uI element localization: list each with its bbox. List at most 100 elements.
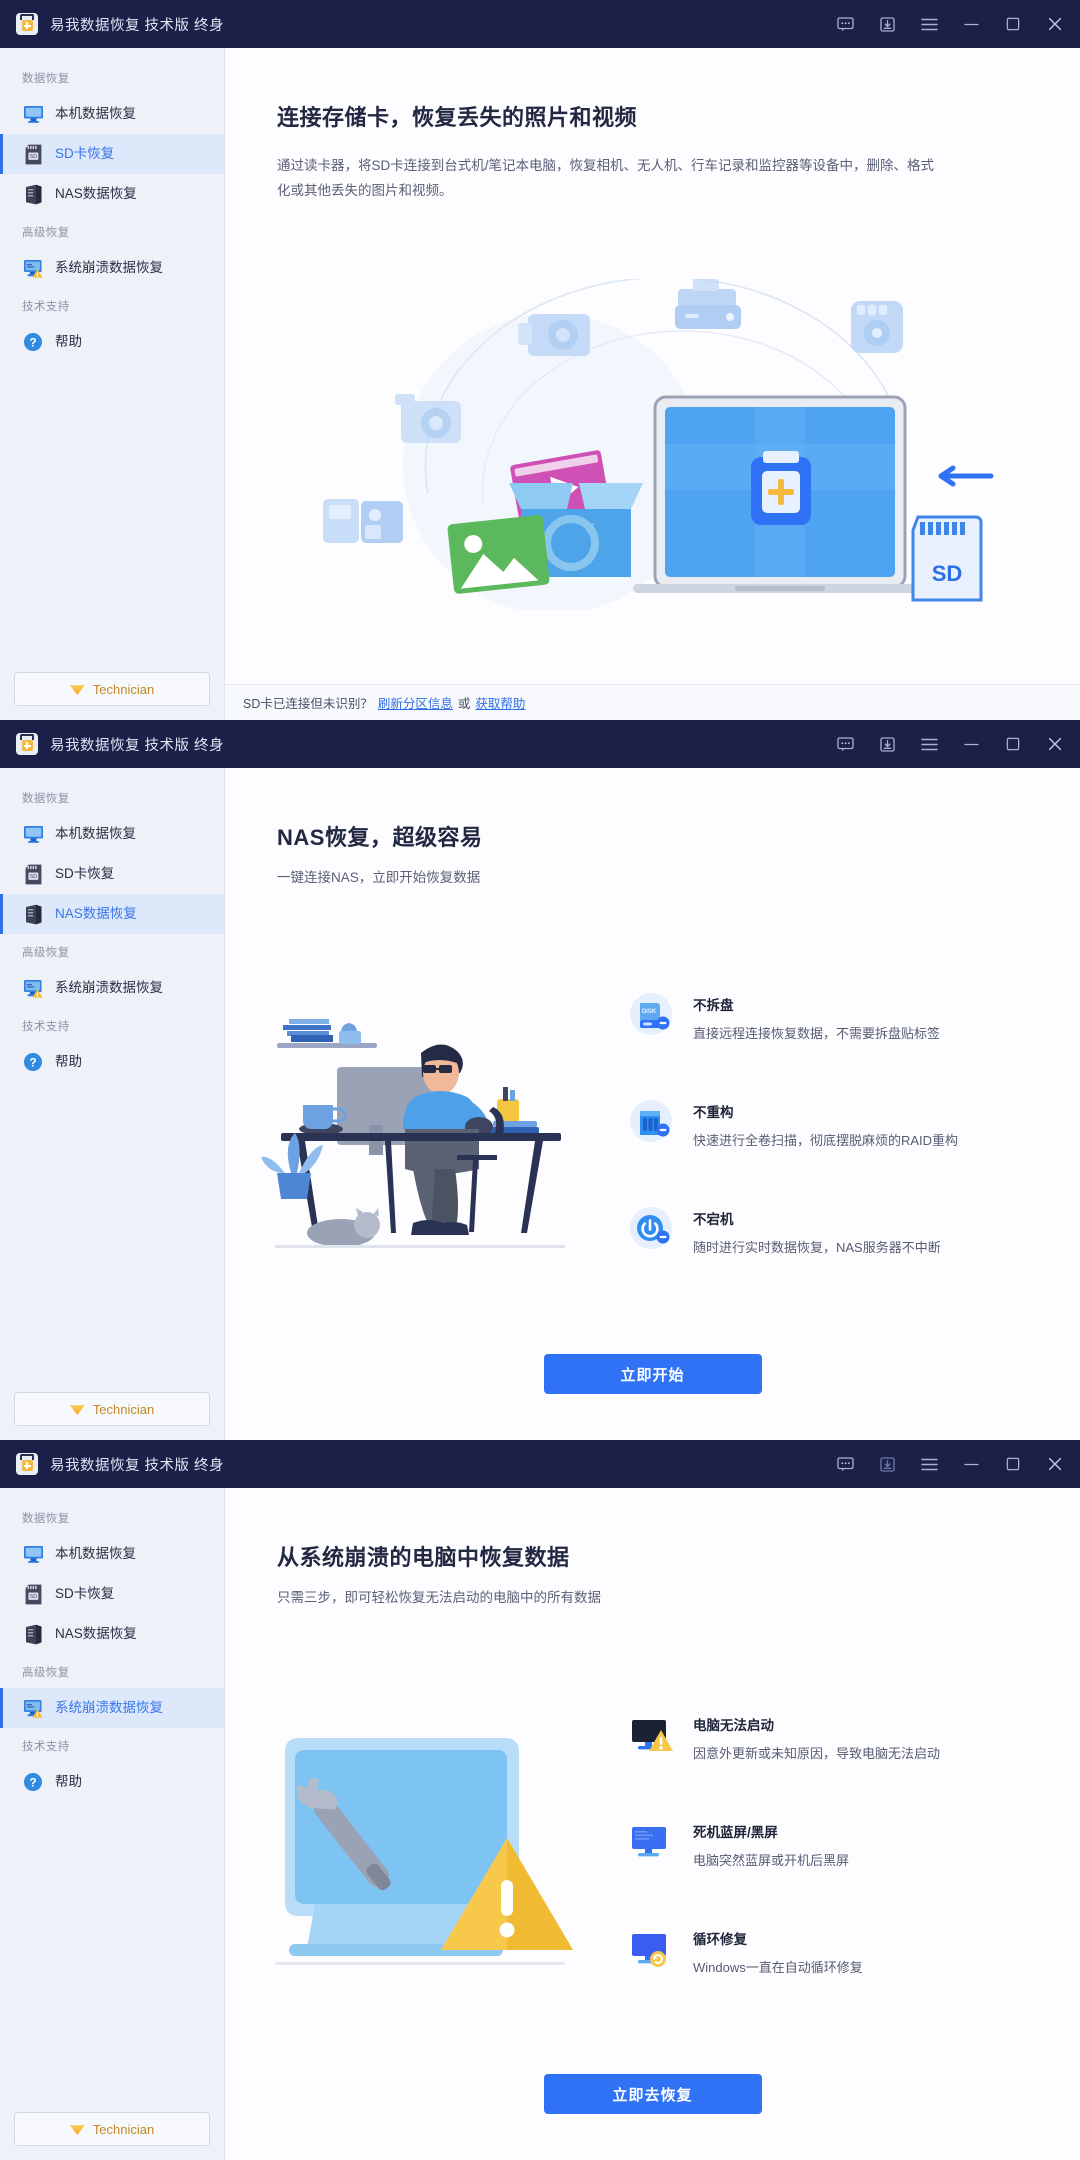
minimize-icon[interactable] — [950, 4, 992, 44]
person-at-desk-illustration — [235, 987, 605, 1257]
broken-monitor-wrench-illustration — [235, 1712, 605, 1972]
title-bar: 易我数据恢复 技术版 终身 — [0, 0, 1080, 48]
close-icon[interactable] — [1034, 724, 1076, 764]
black-screen-warning-icon — [625, 1709, 677, 1761]
sidebar-group-title-support: 技术支持 — [22, 1741, 70, 1753]
sidebar-item-crash[interactable]: 系统崩溃数据恢复 — [0, 1688, 224, 1728]
crash-monitor-icon — [22, 1697, 44, 1719]
update-icon[interactable] — [866, 1444, 908, 1484]
technician-label: Technician — [92, 1401, 155, 1417]
crash-monitor-icon — [22, 257, 44, 279]
recover-now-button[interactable]: 立即去恢复 — [543, 2074, 762, 2114]
minimize-icon[interactable] — [950, 724, 992, 764]
sidebar-group-title-support: 技术支持 — [22, 1021, 70, 1033]
sidebar-item-local[interactable]: 本机数据恢复 — [0, 94, 224, 134]
sidebar-item-local[interactable]: 本机数据恢复 — [0, 1534, 224, 1574]
refresh-partition-link[interactable]: 刷新分区信息 — [378, 693, 453, 712]
sidebar-item-sdcard[interactable]: SD SD卡恢复 — [0, 1574, 224, 1614]
feedback-icon[interactable] — [824, 4, 866, 44]
close-icon[interactable] — [1034, 4, 1076, 44]
sidebar-item-nas[interactable]: NAS数据恢复 — [0, 1614, 224, 1654]
page-subtitle: 只需三步，即可轻松恢复无法启动的电脑中的所有数据 — [277, 1590, 601, 1605]
main-content-crash: 从系统崩溃的电脑中恢复数据 只需三步，即可轻松恢复无法启动的电脑中的所有数据 电… — [225, 1488, 1080, 2160]
feature-desc: Windows一直在自动循环修复 — [693, 1959, 863, 1975]
feature-title: 不重构 — [693, 1104, 734, 1120]
sidebar-item-label: NAS数据恢复 — [55, 1626, 137, 1642]
close-icon[interactable] — [1034, 1444, 1076, 1484]
nas-server-icon — [22, 183, 44, 205]
status-text: SD卡已连接但未识别？ — [243, 697, 373, 711]
sidebar-item-label: SD卡恢复 — [55, 866, 115, 882]
feature-desc: 电脑突然蓝屏或开机后黑屏 — [693, 1852, 850, 1868]
status-bar: SD卡已连接但未识别？ 刷新分区信息 或 获取帮助 — [225, 684, 1080, 720]
update-icon[interactable] — [866, 4, 908, 44]
sdcard-icon: SD — [22, 143, 44, 165]
page-subtitle: 一键连接NAS，立即开始恢复数据 — [277, 870, 481, 885]
technician-button[interactable]: Technician — [14, 1392, 210, 1426]
monitor-icon — [22, 103, 44, 125]
window-sdcard-recovery: 易我数据恢复 技术版 终身 数据恢复 本机数据恢复 SD SD卡恢复 NAS数据… — [0, 0, 1080, 720]
sidebar-item-crash[interactable]: 系统崩溃数据恢复 — [0, 248, 224, 288]
feature-item: 不重构 快速进行全卷扫描，彻底摆脱麻烦的RAID重构 — [625, 1096, 1040, 1149]
feedback-icon[interactable] — [824, 724, 866, 764]
maximize-icon[interactable] — [992, 724, 1034, 764]
sidebar-item-sdcard[interactable]: SD SD卡恢复 — [0, 854, 224, 894]
sidebar-group-title-advanced: 高级恢复 — [22, 947, 70, 959]
app-title: 易我数据恢复 技术版 终身 — [50, 737, 225, 754]
app-logo-icon — [16, 13, 38, 35]
feedback-icon[interactable] — [824, 1444, 866, 1484]
technician-button[interactable]: Technician — [14, 672, 210, 706]
window-crash-recovery: 易我数据恢复 技术版 终身 数据恢复 本机数据恢复 SD SD卡恢复 NAS数据… — [0, 1440, 1080, 2160]
app-logo-icon — [16, 1453, 38, 1475]
menu-icon[interactable] — [908, 4, 950, 44]
sidebar-item-label: 帮助 — [55, 1054, 82, 1070]
feature-item: 不宕机 随时进行实时数据恢复，NAS服务器不中断 — [625, 1203, 1040, 1256]
sidebar-item-label: NAS数据恢复 — [55, 906, 137, 922]
sidebar-group-title-data-recovery: 数据恢复 — [22, 73, 70, 85]
sidebar-item-label: 本机数据恢复 — [55, 1546, 136, 1562]
minimize-icon[interactable] — [950, 1444, 992, 1484]
sidebar-item-sdcard[interactable]: SD SD卡恢复 — [0, 134, 224, 174]
sidebar-group-title-data-recovery: 数据恢复 — [22, 793, 70, 805]
sidebar-item-nas[interactable]: NAS数据恢复 — [0, 174, 224, 214]
menu-icon[interactable] — [908, 724, 950, 764]
feature-list: 电脑无法启动 因意外更新或未知原因，导致电脑无法启动 死机蓝屏/黑屏 电脑突然蓝… — [605, 1709, 1040, 1976]
feature-desc: 因意外更新或未知原因，导致电脑无法启动 — [693, 1745, 941, 1761]
sidebar-item-nas[interactable]: NAS数据恢复 — [0, 894, 224, 934]
menu-icon[interactable] — [908, 1444, 950, 1484]
sidebar-item-crash[interactable]: 系统崩溃数据恢复 — [0, 968, 224, 1008]
get-help-link[interactable]: 获取帮助 — [475, 693, 525, 712]
technician-button[interactable]: Technician — [14, 2112, 210, 2146]
sdcard-laptop-media-illustration: SD — [225, 204, 1080, 684]
sidebar-item-label: 帮助 — [55, 1774, 82, 1790]
sidebar-item-help[interactable]: ? 帮助 — [0, 322, 224, 362]
svg-text:?: ? — [29, 335, 36, 349]
technician-label: Technician — [92, 681, 155, 697]
power-no-shutdown-icon — [625, 1203, 677, 1255]
diamond-icon — [69, 685, 85, 695]
monitor-icon — [22, 1543, 44, 1565]
sidebar-group-title-advanced: 高级恢复 — [22, 1667, 70, 1679]
sidebar-item-help[interactable]: ? 帮助 — [0, 1762, 224, 1802]
svg-text:SD: SD — [29, 1594, 36, 1600]
feature-title: 不拆盘 — [693, 997, 734, 1013]
feature-desc: 快速进行全卷扫描，彻底摆脱麻烦的RAID重构 — [693, 1132, 959, 1148]
sidebar-item-local[interactable]: 本机数据恢复 — [0, 814, 224, 854]
page-title: 从系统崩溃的电脑中恢复数据 — [277, 1545, 570, 1570]
page-title: NAS恢复，超级容易 — [277, 825, 483, 850]
svg-text:DISK: DISK — [642, 1009, 657, 1015]
sidebar-item-help[interactable]: ? 帮助 — [0, 1042, 224, 1082]
maximize-icon[interactable] — [992, 4, 1034, 44]
sidebar: 数据恢复 本机数据恢复 SD SD卡恢复 NAS数据恢复 高级恢复 系统崩溃数据… — [0, 1488, 225, 2160]
sidebar-item-label: 帮助 — [55, 334, 82, 350]
blue-screen-icon — [625, 1816, 677, 1868]
sidebar-group-title-advanced: 高级恢复 — [22, 227, 70, 239]
start-now-button[interactable]: 立即开始 — [543, 1354, 762, 1394]
sidebar: 数据恢复 本机数据恢复 SD SD卡恢复 NAS数据恢复 高级恢复 系统崩溃数据… — [0, 768, 225, 1440]
sidebar-item-label: 系统崩溃数据恢复 — [55, 1700, 163, 1716]
maximize-icon[interactable] — [992, 1444, 1034, 1484]
feature-item: 死机蓝屏/黑屏 电脑突然蓝屏或开机后黑屏 — [625, 1816, 1040, 1869]
feature-desc: 随时进行实时数据恢复，NAS服务器不中断 — [693, 1239, 941, 1255]
update-icon[interactable] — [866, 724, 908, 764]
sidebar-item-label: NAS数据恢复 — [55, 186, 137, 202]
